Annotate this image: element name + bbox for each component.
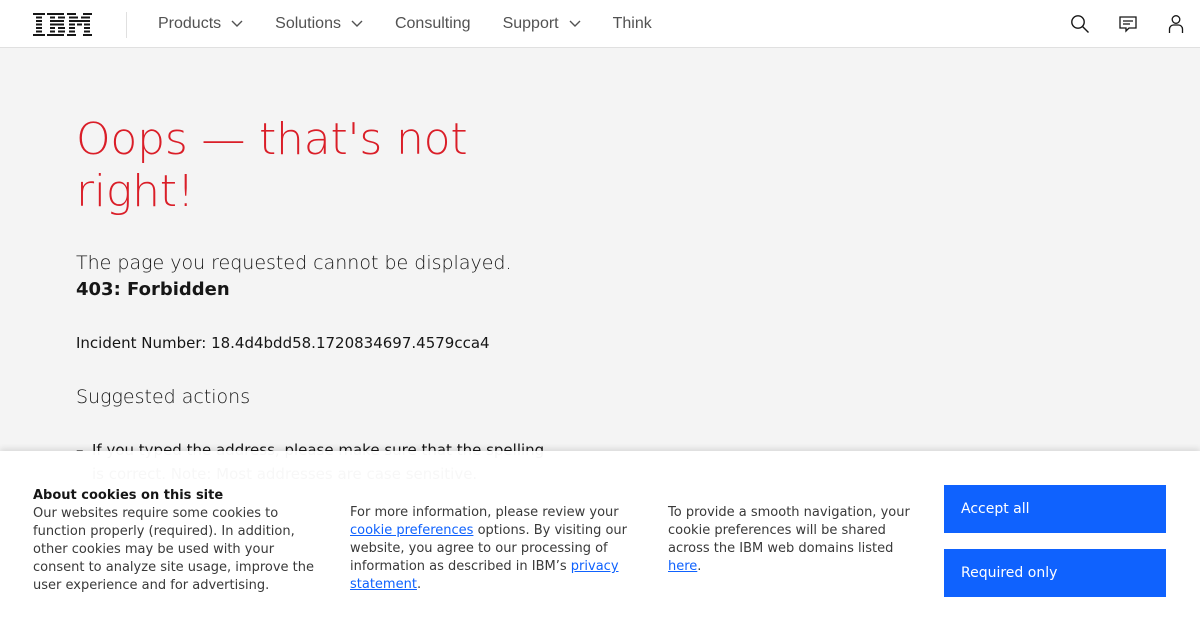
chevron-down-icon (351, 20, 363, 27)
cookie-info-text: For more information, please review your (350, 505, 619, 520)
contact-button[interactable] (1104, 0, 1152, 48)
main-nav: Products Solutions Consulting Support Th… (142, 0, 668, 48)
nav-think-label: Think (612, 15, 652, 32)
error-description: The page you requested cannot be display… (76, 252, 512, 274)
nav-solutions-label: Solutions (275, 15, 341, 32)
nav-consulting-label: Consulting (394, 15, 471, 32)
nav-consulting[interactable]: Consulting (379, 0, 487, 48)
ibm-logo[interactable] (33, 13, 93, 37)
nav-solutions[interactable]: Solutions (259, 0, 379, 48)
chevron-down-icon (569, 20, 581, 27)
ibm-logo-icon (33, 13, 92, 36)
accept-all-button[interactable]: Accept all (944, 485, 1166, 533)
suggested-actions-heading: Suggested actions (76, 386, 251, 408)
cookie-intro: About cookies on this site Our websites … (33, 487, 318, 595)
user-icon (1168, 15, 1184, 33)
profile-button[interactable] (1152, 0, 1200, 48)
search-button[interactable] (1056, 0, 1104, 48)
error-code: 403: Forbidden (76, 279, 230, 300)
nav-products-label: Products (158, 15, 222, 32)
cookie-domains: To provide a smooth navigation, your coo… (668, 504, 918, 576)
cookie-banner: About cookies on this site Our websites … (0, 451, 1200, 630)
domains-here-link[interactable]: here (668, 559, 697, 574)
header-actions (1056, 0, 1200, 48)
chevron-down-icon (231, 20, 243, 27)
required-only-button[interactable]: Required only (944, 549, 1166, 597)
cookie-heading: About cookies on this site (33, 488, 224, 503)
cookie-domains-text: To provide a smooth navigation, your coo… (668, 505, 910, 556)
cookie-domains-text: . (697, 559, 702, 574)
error-content: Oops — that's not right! The page you re… (76, 48, 596, 486)
cookie-info: For more information, please review your… (350, 504, 635, 594)
nav-support[interactable]: Support (487, 0, 597, 48)
cookie-intro-text: Our websites require some cookies to fun… (33, 506, 314, 593)
cookie-preferences-link[interactable]: cookie preferences (350, 523, 473, 538)
error-title: Oops — that's not right! (76, 114, 468, 217)
search-icon (1071, 15, 1089, 33)
nav-products[interactable]: Products (142, 0, 259, 48)
logo-divider (126, 12, 127, 38)
masthead: Products Solutions Consulting Support Th… (0, 0, 1200, 48)
chat-icon (1119, 16, 1137, 33)
nav-support-label: Support (502, 15, 559, 32)
nav-think[interactable]: Think (597, 0, 668, 48)
cookie-info-text: . (416, 577, 422, 592)
incident-number: Incident Number: 18.4d4bdd58.1720834697.… (76, 334, 490, 352)
